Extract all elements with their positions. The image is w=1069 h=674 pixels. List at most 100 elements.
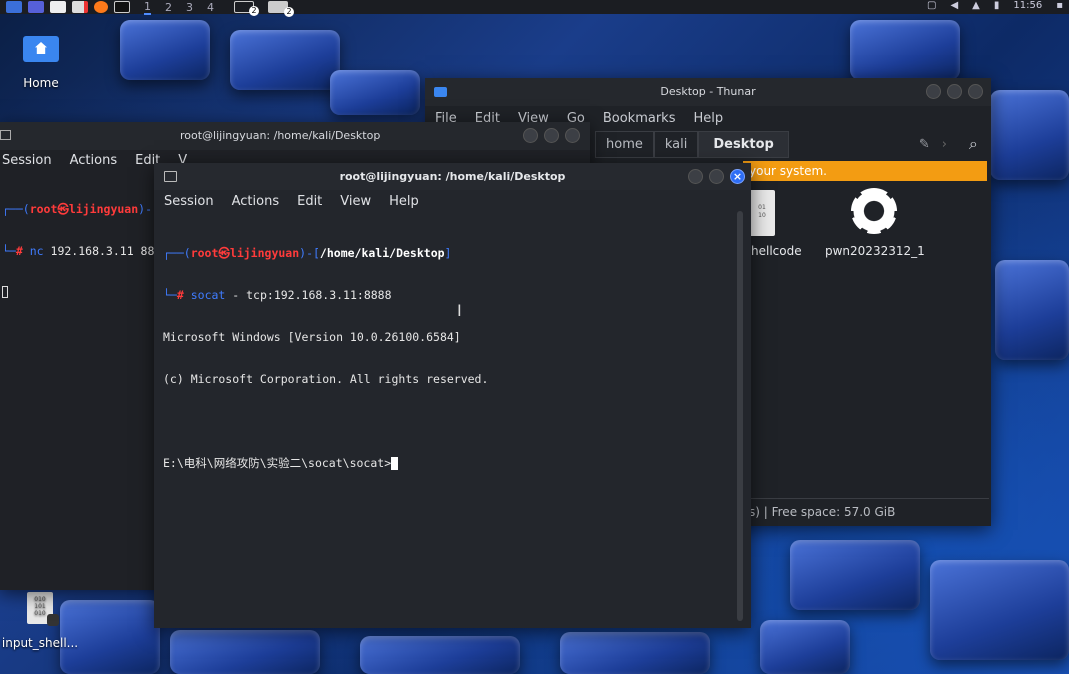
desktop-home-icon[interactable]: Home bbox=[14, 36, 68, 90]
wallpaper-cube bbox=[790, 540, 920, 610]
task-count-badge: 2 bbox=[284, 7, 294, 17]
wallpaper-cube bbox=[850, 20, 960, 80]
screenshot-icon[interactable]: ▢ bbox=[927, 0, 936, 11]
close-button[interactable]: × bbox=[730, 169, 745, 184]
workspace-1[interactable]: 1 bbox=[144, 0, 151, 15]
desktop-file-label: input_shell... bbox=[1, 636, 79, 650]
taskbar-app-icon[interactable] bbox=[28, 1, 44, 13]
menu-help[interactable]: Help bbox=[389, 194, 419, 209]
menu-session[interactable]: Session bbox=[2, 153, 52, 168]
back-terminal-titlebar[interactable]: root@lijingyuan: /home/kali/Desktop bbox=[0, 122, 590, 150]
thunar-title: Desktop - Thunar bbox=[660, 85, 756, 98]
executable-gear-icon bbox=[851, 188, 897, 234]
menu-actions[interactable]: Actions bbox=[232, 194, 280, 209]
path-home[interactable]: home bbox=[595, 130, 654, 158]
thunar-statusbar: s) | Free space: 57.0 GiB bbox=[743, 498, 989, 524]
prompt-corner: └─ bbox=[163, 288, 177, 302]
minimize-button[interactable] bbox=[688, 169, 703, 184]
terminal-app-icon bbox=[164, 171, 177, 182]
search-icon[interactable]: ⌕ bbox=[969, 134, 978, 154]
menu-actions[interactable]: Actions bbox=[70, 153, 118, 168]
output-line: (c) Microsoft Corporation. All rights re… bbox=[163, 372, 489, 386]
file-item[interactable]: pwn20232312_1 bbox=[825, 188, 925, 258]
prompt-user: root㉿lijingyuan bbox=[190, 246, 300, 260]
command-args: - tcp:192.168.3.11:8888 bbox=[225, 288, 392, 302]
text-cursor bbox=[391, 457, 399, 470]
maximize-button[interactable] bbox=[544, 128, 559, 143]
home-folder-icon bbox=[23, 36, 59, 62]
taskbar-folder-group[interactable]: 2 bbox=[268, 1, 294, 17]
battery-icon[interactable]: ▮ bbox=[994, 0, 1000, 11]
wallpaper-cube bbox=[990, 90, 1069, 180]
warning-text: your system. bbox=[749, 164, 827, 178]
workspace-4[interactable]: 4 bbox=[207, 1, 214, 14]
minimize-button[interactable] bbox=[926, 84, 941, 99]
wallpaper-cube bbox=[330, 70, 420, 115]
task-count-badge: 2 bbox=[249, 6, 259, 16]
firefox-icon[interactable] bbox=[94, 1, 108, 13]
mouse-ibeam-cursor: Ι bbox=[457, 301, 462, 320]
prompt-bracket: ┌──( bbox=[163, 246, 191, 260]
prompt-bracket: ] bbox=[444, 246, 452, 260]
thunar-warning-bar: your system. bbox=[743, 161, 987, 181]
thunar-folder-icon bbox=[434, 87, 447, 97]
front-terminal-window[interactable]: root@lijingyuan: /home/kali/Desktop × Se… bbox=[154, 163, 751, 628]
prompt-bracket: )-[ bbox=[299, 246, 320, 260]
close-button[interactable] bbox=[968, 84, 983, 99]
power-icon[interactable]: ▪ bbox=[1056, 0, 1063, 11]
menu-session[interactable]: Session bbox=[164, 194, 214, 209]
menu-view[interactable]: View bbox=[340, 194, 371, 209]
output-line: Microsoft Windows [Version 10.0.26100.65… bbox=[163, 330, 461, 344]
front-terminal-titlebar[interactable]: root@lijingyuan: /home/kali/Desktop × bbox=[154, 163, 751, 190]
path-desktop[interactable]: Desktop bbox=[698, 130, 789, 158]
kali-menu-icon[interactable] bbox=[6, 1, 22, 13]
workspace-3[interactable]: 3 bbox=[186, 1, 193, 14]
prompt-hash: # bbox=[176, 288, 184, 302]
top-panel: 1 2 3 4 2 2 ▢ ◀ ▲ ▮ 11:56 ▪ bbox=[0, 0, 1069, 17]
wallpaper-cube bbox=[170, 630, 320, 674]
path-next-icon[interactable]: › bbox=[942, 137, 947, 152]
status-text: s) | Free space: 57.0 GiB bbox=[749, 505, 896, 519]
workspace-2[interactable]: 2 bbox=[165, 1, 172, 14]
command-name: socat bbox=[190, 288, 226, 302]
path-kali[interactable]: kali bbox=[653, 130, 699, 158]
lock-icon bbox=[47, 614, 59, 626]
terminal-scrollbar[interactable] bbox=[737, 211, 743, 621]
thunar-pathbar: home kali Desktop ✎ › ⌕ bbox=[595, 130, 985, 158]
volume-icon[interactable]: ◀ bbox=[950, 0, 958, 11]
menu-edit[interactable]: Edit bbox=[297, 194, 322, 209]
front-terminal-output[interactable]: ┌──(root㉿lijingyuan)-[/home/kali/Desktop… bbox=[154, 212, 751, 498]
text-cursor bbox=[2, 286, 8, 298]
edit-path-icon[interactable]: ✎ bbox=[919, 137, 930, 152]
wallpaper-cube bbox=[760, 620, 850, 674]
minimize-button[interactable] bbox=[523, 128, 538, 143]
terminal-app-icon bbox=[0, 130, 11, 140]
windows-prompt: E:\电科\网络攻防\实验二\socat\socat> bbox=[163, 456, 392, 470]
binary-file-icon: 010 101 010 bbox=[27, 592, 59, 626]
close-button[interactable] bbox=[565, 128, 580, 143]
thunar-titlebar[interactable]: Desktop - Thunar bbox=[425, 78, 991, 106]
output-line: ​ bbox=[163, 414, 751, 428]
wallpaper-cube bbox=[120, 20, 210, 80]
taskbar-terminal-group[interactable]: 2 bbox=[234, 1, 259, 16]
clock[interactable]: 11:56 bbox=[1013, 0, 1042, 11]
text-editor-icon[interactable] bbox=[72, 1, 88, 13]
wallpaper-cube bbox=[360, 636, 520, 674]
menu-help[interactable]: Help bbox=[693, 111, 723, 126]
wallpaper-cube bbox=[230, 30, 340, 90]
maximize-button[interactable] bbox=[947, 84, 962, 99]
command-name: nc bbox=[29, 244, 44, 258]
menu-bookmarks[interactable]: Bookmarks bbox=[603, 111, 676, 126]
file-manager-icon[interactable] bbox=[50, 1, 66, 13]
notification-bell-icon[interactable]: ▲ bbox=[972, 0, 980, 11]
terminal-icon[interactable] bbox=[114, 1, 130, 13]
maximize-button[interactable] bbox=[709, 169, 724, 184]
wallpaper-cube bbox=[930, 560, 1069, 660]
back-terminal-title: root@lijingyuan: /home/kali/Desktop bbox=[180, 129, 381, 142]
prompt-bracket: )- bbox=[138, 202, 152, 216]
prompt-corner: └─ bbox=[2, 244, 16, 258]
desktop-home-label: Home bbox=[23, 76, 59, 90]
front-terminal-title: root@lijingyuan: /home/kali/Desktop bbox=[339, 170, 566, 183]
desktop-file-icon[interactable]: 010 101 010 input_shell... bbox=[0, 592, 80, 650]
file-item[interactable]: 01 10 hellcode bbox=[741, 190, 821, 258]
